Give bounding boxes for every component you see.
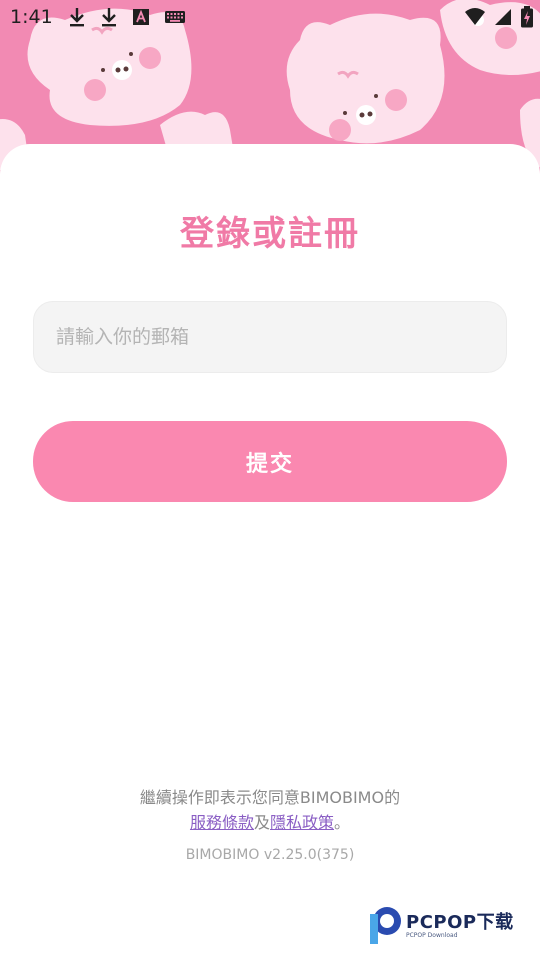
end-punct: 。 [334, 813, 351, 832]
text-a-icon [133, 9, 149, 25]
status-time: 1:41 [10, 6, 53, 28]
agreement-links: 服務條款及隱私政策。 [0, 809, 540, 833]
status-bar: 1:41 [0, 0, 540, 36]
terms-of-service-link[interactable]: 服務條款 [190, 813, 254, 832]
download-icon [102, 8, 116, 27]
agreement-text: 繼續操作即表示您同意BIMOBIMO的 [139, 788, 401, 807]
notification-icons [68, 6, 186, 28]
login-card [0, 144, 540, 960]
watermark: PCPOP下载 PCPOP Download [366, 902, 536, 946]
watermark-brand: PCPOP下载 [406, 912, 514, 933]
signal-icon [495, 9, 511, 25]
page-title: 登錄或註冊 [180, 214, 360, 254]
email-field[interactable] [33, 301, 507, 373]
submit-button[interactable]: 提交 [33, 421, 507, 502]
wifi-icon [465, 8, 485, 25]
keyboard-icon [165, 11, 185, 23]
system-icons [464, 6, 534, 28]
login-screen: 1:41 登錄或註冊 請輸入你的郵箱 提交 繼續操作即表示您同意BIMOBIMO… [0, 0, 540, 960]
download-icon [70, 8, 84, 27]
and-text: 及 [253, 813, 270, 832]
privacy-policy-link[interactable]: 隱私政策 [270, 813, 334, 832]
watermark-sub: PCPOP Download [406, 932, 458, 939]
app-version: BIMOBIMO v2.25.0(375) [185, 847, 355, 863]
pcpop-logo-icon [370, 907, 401, 944]
battery-charging-icon [521, 6, 533, 28]
